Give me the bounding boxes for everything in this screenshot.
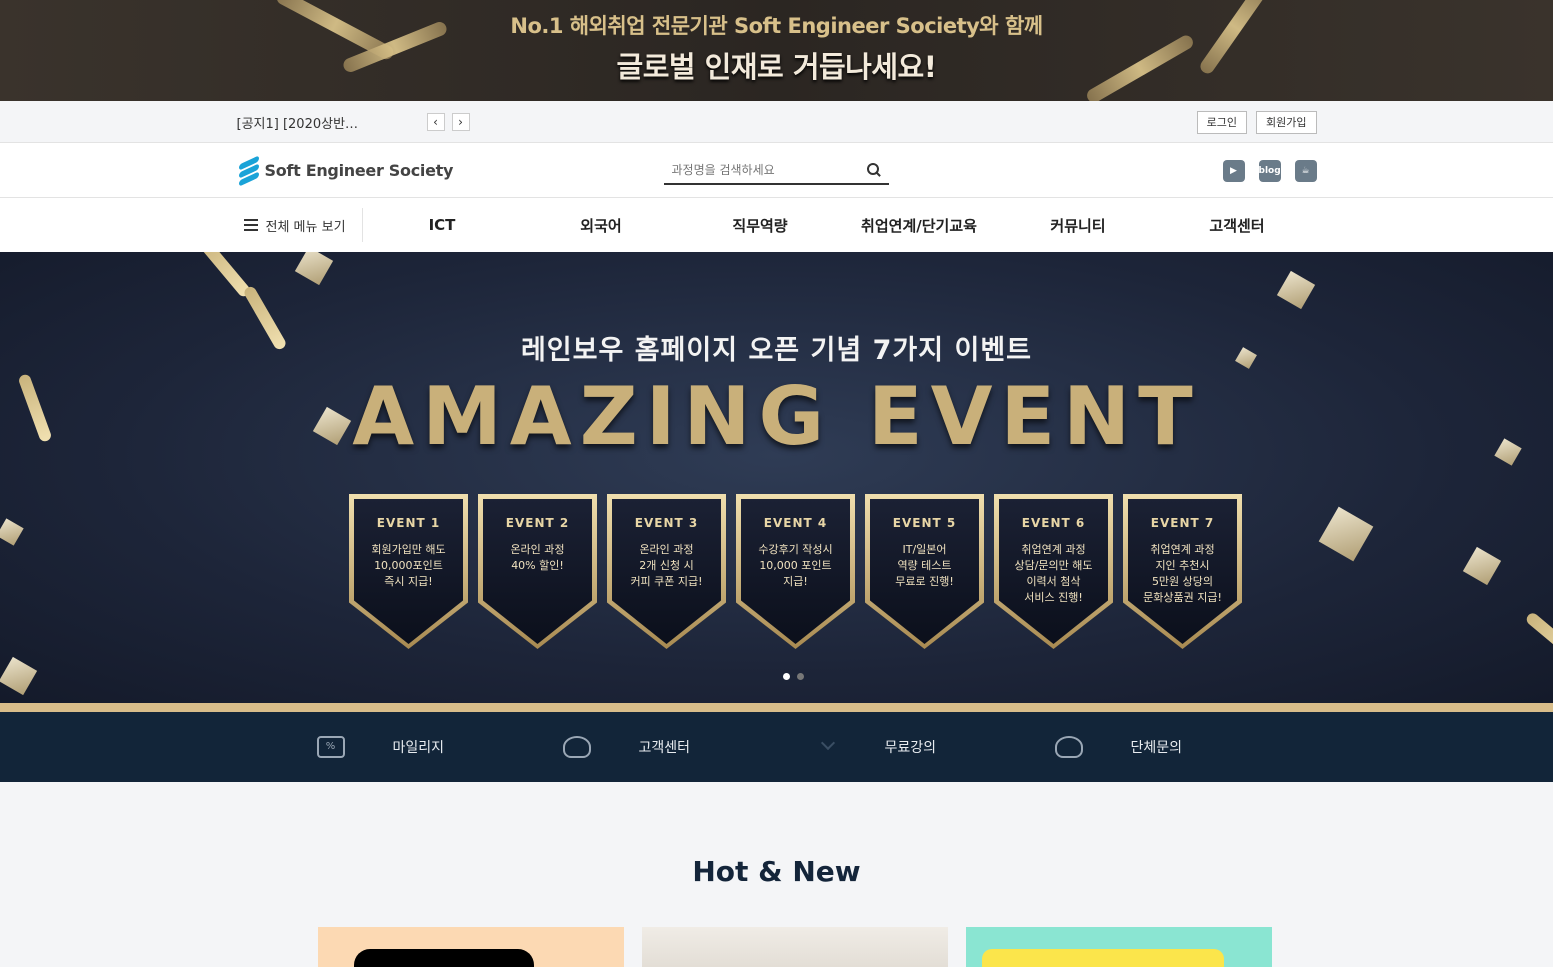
- hot-new-cards: [318, 927, 1272, 967]
- hero-title: AMAZING EVENT: [352, 370, 1201, 463]
- event-badge-title: EVENT 3: [634, 516, 699, 530]
- quick-link-label: 마일리지: [392, 740, 445, 756]
- logo-mark-icon: [237, 154, 261, 187]
- headset-icon: [562, 736, 591, 758]
- event-badges: EVENT 1 회원가입만 해도 10,000포인트 즉시 지급! EVENT …: [349, 494, 1242, 649]
- banner-headline-1: No.1 해외취업 전문기관 Soft Engineer Society와 함께: [510, 14, 1043, 38]
- event-badge-3[interactable]: EVENT 3 온라인 과정 2개 신청 시 커피 쿠폰 지급!: [607, 494, 726, 649]
- banner-headline-2: 글로벌 인재로 거듭나세요!: [616, 50, 937, 84]
- nav-item-support[interactable]: 고객센터: [1158, 215, 1317, 236]
- search-box: [663, 157, 889, 185]
- chevron-left-icon[interactable]: ‹: [426, 113, 445, 131]
- event-badge-text: 취업연계 과정 상담/문의만 해도 이력서 첨삭 서비스 진행!: [1014, 543, 1093, 604]
- quick-link-label: 단체문의: [1130, 740, 1183, 756]
- search-input[interactable]: [671, 162, 867, 177]
- confetti-decoration: [1276, 270, 1316, 310]
- quick-link-mileage[interactable]: % 마일리지: [316, 736, 563, 758]
- confetti-decoration: [1462, 546, 1502, 586]
- hero-subtitle: 레인보우 홈페이지 오픈 기념 7가지 이벤트: [520, 335, 1033, 366]
- chevron-right-icon[interactable]: ›: [451, 113, 470, 131]
- confetti-decoration: [1318, 506, 1374, 562]
- event-badge-1[interactable]: EVENT 1 회원가입만 해도 10,000포인트 즉시 지급!: [349, 494, 468, 649]
- event-badge-text: 온라인 과정 40% 할인!: [510, 543, 565, 572]
- top-promo-banner[interactable]: No.1 해외취업 전문기관 Soft Engineer Society와 함께…: [0, 0, 1553, 101]
- signup-button[interactable]: 회원가입: [1256, 110, 1317, 134]
- event-badge-4[interactable]: EVENT 4 수강후기 작성시 10,000 포인트 지급!: [736, 494, 855, 649]
- quick-link-label: 고객센터: [638, 740, 691, 756]
- event-badge-text: IT/일본어 역량 테스트 무료로 진행!: [895, 543, 954, 588]
- search-icon[interactable]: [866, 162, 881, 177]
- event-badge-title: EVENT 4: [763, 516, 828, 530]
- login-button[interactable]: 로그인: [1196, 110, 1248, 134]
- nav-item-ict[interactable]: ICT: [363, 216, 522, 234]
- slider-dot-1[interactable]: [783, 673, 790, 680]
- hero-slider[interactable]: 레인보우 홈페이지 오픈 기념 7가지 이벤트 AMAZING EVENT EV…: [0, 252, 1553, 703]
- event-badge-title: EVENT 5: [892, 516, 957, 530]
- event-badge-text: 온라인 과정 2개 신청 시 커피 쿠폰 지급!: [630, 543, 703, 588]
- section-title: Hot & New: [692, 855, 861, 888]
- nav-item-language[interactable]: 외국어: [522, 215, 681, 236]
- event-badge-title: EVENT 1: [376, 516, 441, 530]
- hamburger-icon: [243, 219, 258, 231]
- group-icon: [1054, 736, 1083, 758]
- site-header: Soft Engineer Society ▶ blog ☕: [0, 143, 1553, 198]
- ribbon-decoration: [1524, 610, 1553, 666]
- main-navigation: 전체 메뉴 보기 ICT 외국어 직무역량 취업연계/단기교육 커뮤니티 고객센…: [0, 198, 1553, 252]
- notice-text[interactable]: [공지1] [2020상반…: [237, 113, 427, 132]
- event-badge-title: EVENT 2: [505, 516, 570, 530]
- event-badge-text: 회원가입만 해도 10,000포인트 즉시 지급!: [371, 543, 446, 588]
- event-badge-7[interactable]: EVENT 7 취업연계 과정 지인 추천시 5만원 상당의 문화상품권 지급!: [1123, 494, 1242, 649]
- event-badge-5[interactable]: EVENT 5 IT/일본어 역량 테스트 무료로 진행!: [865, 494, 984, 649]
- slider-pagination: [783, 673, 804, 680]
- confetti-decoration: [0, 518, 24, 546]
- quick-link-label: 무료강의: [884, 740, 937, 756]
- cafe-icon[interactable]: ☕: [1294, 159, 1317, 182]
- slider-dot-2[interactable]: [797, 673, 804, 680]
- event-badge-6[interactable]: EVENT 6 취업연계 과정 상담/문의만 해도 이력서 첨삭 서비스 진행!: [994, 494, 1113, 649]
- quick-link-support[interactable]: 고객센터: [562, 736, 809, 758]
- event-badge-title: EVENT 6: [1021, 516, 1086, 530]
- all-menu-label: 전체 메뉴 보기: [265, 219, 346, 235]
- nav-item-employment[interactable]: 취업연계/단기교육: [840, 215, 999, 236]
- event-badge-text: 취업연계 과정 지인 추천시 5만원 상당의 문화상품권 지급!: [1143, 543, 1222, 604]
- blog-icon[interactable]: blog: [1258, 159, 1281, 182]
- notice-bar: [공지1] [2020상반… ‹ › 로그인 회원가입: [0, 101, 1553, 143]
- confetti-decoration: [294, 252, 334, 286]
- nav-item-community[interactable]: 커뮤니티: [999, 215, 1158, 236]
- event-badge-2[interactable]: EVENT 2 온라인 과정 40% 할인!: [478, 494, 597, 649]
- confetti-decoration: [0, 656, 38, 696]
- divider: [0, 703, 1553, 712]
- event-badge-text: 수강후기 작성시 10,000 포인트 지급!: [758, 543, 833, 588]
- site-logo[interactable]: Soft Engineer Society: [237, 154, 664, 187]
- nav-item-job-skills[interactable]: 직무역량: [681, 215, 840, 236]
- course-card[interactable]: [642, 927, 948, 967]
- logo-text: Soft Engineer Society: [264, 161, 454, 180]
- event-badge-title: EVENT 7: [1150, 516, 1215, 530]
- quick-links-bar: % 마일리지 고객센터 무료강의 단체문의: [0, 712, 1553, 782]
- all-menu-button[interactable]: 전체 메뉴 보기: [237, 208, 363, 242]
- quick-link-free-lecture[interactable]: 무료강의: [809, 737, 1055, 757]
- coupon-icon: %: [316, 736, 345, 758]
- quick-link-group-inquiry[interactable]: 단체문의: [1054, 736, 1301, 758]
- youtube-icon[interactable]: ▶: [1222, 159, 1245, 182]
- course-card[interactable]: [966, 927, 1272, 967]
- course-card[interactable]: [318, 927, 624, 967]
